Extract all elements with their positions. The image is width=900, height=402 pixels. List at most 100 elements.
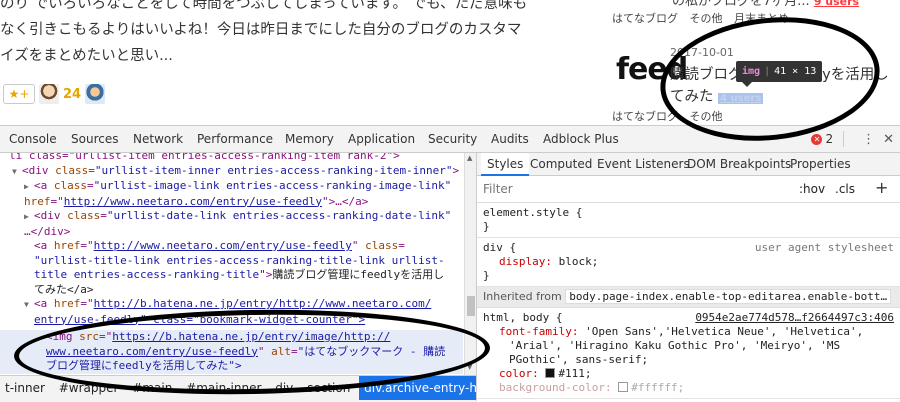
dom-node[interactable]: ▼ <a href="http://b.hatena.ne.jp/entry/ht… — [0, 297, 463, 313]
css-rule[interactable]: element.style { } — [477, 203, 900, 238]
css-property[interactable]: display — [499, 255, 545, 268]
css-rule[interactable]: div { user agent stylesheet display: blo… — [477, 238, 900, 287]
tab-event-listeners[interactable]: Event Listeners — [597, 153, 690, 175]
error-icon[interactable]: ✕ — [811, 133, 823, 145]
hov-toggle[interactable]: :hov — [799, 182, 825, 196]
scroll-up-icon[interactable]: ▲ — [467, 154, 472, 162]
tag-link[interactable]: 月末まとめ — [734, 12, 789, 25]
scrollbar-thumb[interactable] — [467, 296, 475, 316]
tab-adblock-plus[interactable]: Adblock Plus — [543, 126, 619, 152]
breadcrumb-item[interactable]: #main-inner — [181, 376, 266, 400]
user-avatar[interactable] — [39, 84, 59, 104]
tab-network[interactable]: Network — [133, 126, 183, 152]
close-icon[interactable]: ✕ — [883, 132, 894, 147]
prev-entry-tags: はてなブログ その他 月末まとめ — [612, 10, 797, 26]
css-value[interactable]: block; — [559, 255, 599, 268]
attr-link[interactable]: https://b.hatena.ne.jp/entry/image/http:… — [112, 330, 390, 343]
dom-node-selected[interactable]: ブログ管理にfeedlyを活用してみた"> — [0, 359, 463, 374]
attr-link[interactable]: www.neetaro.com/entry/use-feedly — [46, 345, 258, 358]
tag-link[interactable]: はてなブログ — [612, 12, 678, 25]
elements-tree[interactable]: li class="urllist-item entries-access-ra… — [0, 153, 463, 375]
css-value[interactable]: 'Arial', 'Hiragino Kaku Gothic Pro', 'Me… — [483, 339, 894, 353]
post-line: なく引きこもるよりはいいよね！今日は昨日までにした自分のブログのカスタマ — [0, 22, 522, 38]
tab-performance[interactable]: Performance — [197, 126, 273, 152]
tab-sources[interactable]: Sources — [71, 126, 118, 152]
rule-source-link[interactable]: 0954e2ae774d578…f2664497c3:406 — [695, 311, 894, 325]
tab-properties[interactable]: Properties — [790, 153, 851, 175]
tab-styles[interactable]: Styles — [481, 153, 530, 176]
add-star-button[interactable]: ★+ — [3, 84, 35, 104]
css-rule[interactable]: html, body { 0954e2ae774d578…f2664497c3:… — [477, 308, 900, 399]
expand-triangle-icon[interactable]: ▶ — [24, 210, 34, 225]
tab-memory[interactable]: Memory — [285, 126, 334, 152]
css-property[interactable]: color — [499, 367, 532, 380]
attr-link[interactable]: http://b.hatena.ne.jp/entry/http://www.n… — [94, 297, 432, 310]
scroll-down-icon[interactable]: ▼ — [467, 363, 472, 371]
expand-triangle-icon[interactable]: ▶ — [24, 180, 34, 195]
tab-console[interactable]: Console — [9, 126, 57, 152]
attr-link[interactable]: http://www.neetaro.com/entry/use-feedly — [94, 239, 352, 252]
inherited-label: Inherited from — [483, 290, 562, 303]
dom-node[interactable]: title entries-access-ranking-title">購読ブロ… — [0, 268, 463, 283]
attr-value: ブログ管理にfeedlyを活用してみた"> — [46, 359, 242, 372]
expand-triangle-icon[interactable]: ▼ — [12, 165, 22, 180]
breadcrumb-item-selected[interactable]: div.archive-entry-header — [359, 376, 476, 400]
new-rule-icon[interactable]: + — [875, 178, 888, 197]
tag-link[interactable]: はてなブログ — [612, 110, 678, 123]
breadcrumb-item[interactable]: div — [270, 376, 298, 400]
css-value[interactable]: 'Open Sans','Helvetica Neue', 'Helvetica… — [585, 325, 863, 338]
css-value[interactable]: PGothic', sans-serif; — [483, 353, 894, 367]
attr-value: "はてなブックマーク - 購読 — [297, 344, 446, 358]
attr-link[interactable]: entry/use-feedly" class="bookmark-widget… — [34, 313, 365, 326]
color-swatch-icon[interactable] — [545, 368, 556, 378]
kebab-menu-icon[interactable]: ⋮ — [862, 132, 875, 147]
tab-application[interactable]: Application — [348, 126, 415, 152]
attr-value: "urllist-title-link entries-access-ranki… — [34, 253, 445, 267]
tab-dom-breakpoints[interactable]: DOM Breakpoints — [687, 153, 791, 175]
tab-security[interactable]: Security — [428, 126, 477, 152]
breadcrumb-item[interactable]: t-inner — [0, 376, 50, 400]
css-property[interactable]: font-family — [499, 325, 572, 338]
prev-entry-users[interactable]: 9 users — [814, 0, 859, 8]
css-property[interactable]: background-color — [499, 381, 605, 394]
dom-node[interactable]: ▶ <div class="urllist-date-link entries-a… — [0, 209, 463, 225]
dom-node-selected[interactable]: www.neetaro.com/entry/use-feedly" alt="は… — [0, 344, 463, 359]
expand-triangle-icon[interactable]: ▼ — [24, 298, 34, 313]
color-swatch-icon[interactable] — [618, 382, 629, 392]
inherited-source-link[interactable]: body.page-index.enable-top-editarea.enab… — [565, 289, 892, 304]
tab-computed[interactable]: Computed — [530, 153, 592, 175]
dom-node[interactable]: …</div> — [0, 225, 463, 240]
dom-node[interactable]: entry/use-feedly" class="bookmark-widget… — [0, 313, 463, 328]
dom-node[interactable]: ▼ <div class="urllist-item-inner entries-… — [0, 164, 463, 180]
tag-link[interactable]: その他 — [690, 12, 723, 25]
tag-link[interactable]: その他 — [690, 110, 723, 123]
error-count[interactable]: 2 — [825, 132, 833, 146]
entry-tags: はてなブログ その他 — [612, 108, 731, 124]
dom-node[interactable]: href="http://www.neetaro.com/entry/use-f… — [0, 195, 463, 210]
entry-date: 2017-10-01 — [670, 46, 734, 59]
attr-link[interactable]: http://www.neetaro.com/entry/use-feedly — [64, 195, 322, 208]
tab-audits[interactable]: Audits — [491, 126, 529, 152]
css-value[interactable]: #111; — [558, 367, 591, 380]
css-value[interactable]: #ffffff; — [631, 381, 684, 394]
breadcrumb-item[interactable]: section — [302, 376, 355, 400]
dom-node[interactable]: li class="urllist-item entries-access-ra… — [0, 153, 463, 164]
dom-node-selected[interactable]: <img src="https://b.hatena.ne.jp/entry/i… — [0, 330, 463, 345]
breadcrumb-item[interactable]: #wrapper — [54, 376, 124, 400]
star-count[interactable]: 24 — [63, 87, 81, 102]
bookmark-users-badge[interactable]: 4 users — [718, 93, 764, 104]
prev-entry-title-text[interactable]: の私がブログを7ヶ月... — [672, 0, 810, 9]
dom-node[interactable]: <a href="http://www.neetaro.com/entry/us… — [0, 239, 463, 254]
cls-toggle[interactable]: .cls — [835, 182, 855, 196]
dom-node[interactable]: てみた</a> — [0, 283, 463, 298]
rule-selector[interactable]: element.style { — [483, 206, 894, 220]
prev-entry-title[interactable]: の私がブログを7ヶ月... 9 users — [672, 0, 859, 9]
devtools-toolbar-right: ✕ 2 ⋮ ✕ — [811, 126, 894, 152]
breadcrumb-item[interactable]: #main — [127, 376, 177, 400]
dom-node[interactable]: ▶ <a class="urllist-image-link entries-ac… — [0, 179, 463, 195]
tag-name: div — [40, 209, 61, 222]
filter-input[interactable]: Filter — [483, 182, 513, 196]
dom-node[interactable]: "urllist-title-link entries-access-ranki… — [0, 254, 463, 269]
attr-name: class — [67, 209, 101, 222]
user-avatar[interactable] — [85, 84, 106, 104]
